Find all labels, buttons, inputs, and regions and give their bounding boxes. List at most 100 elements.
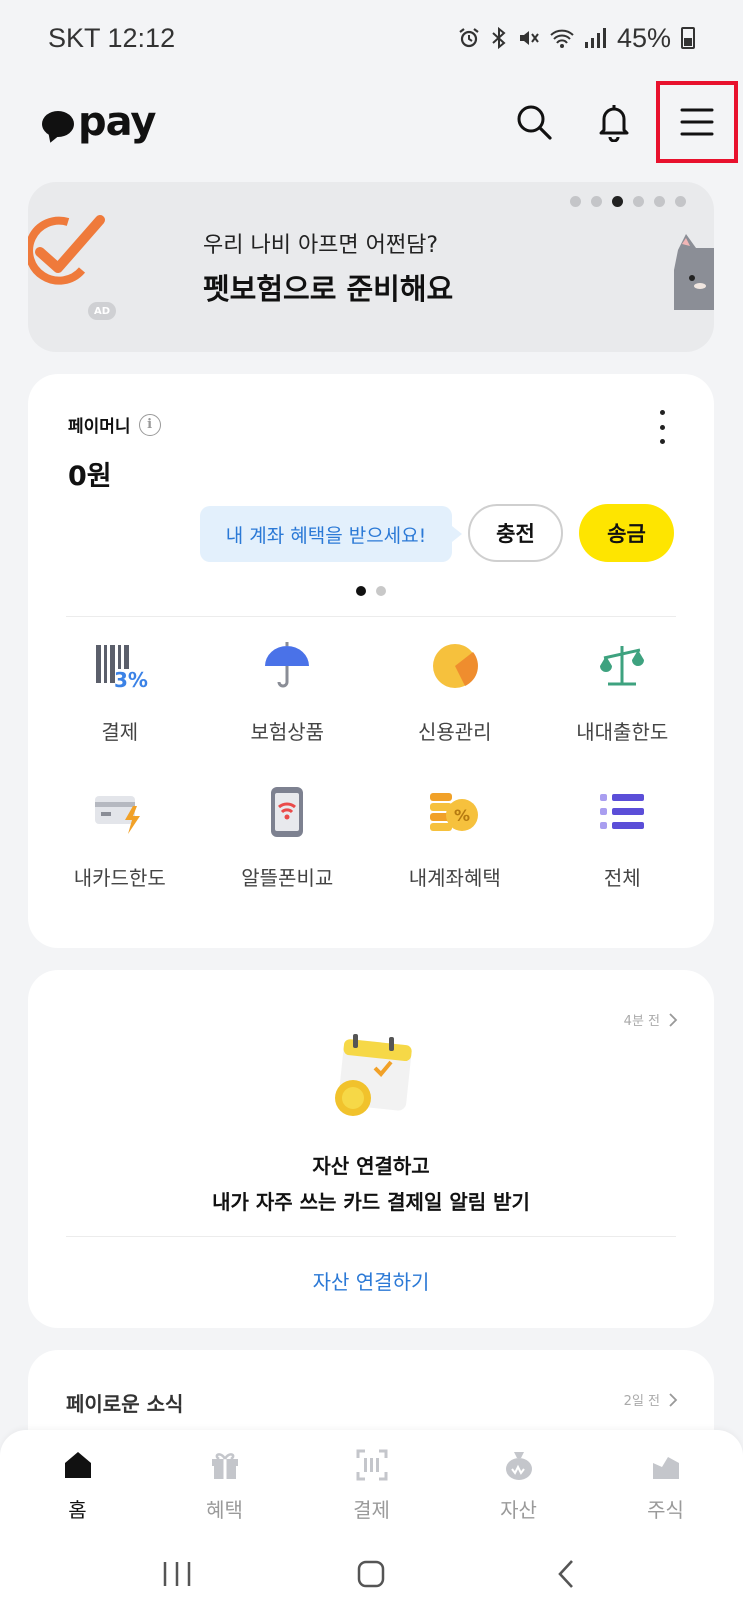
divider <box>66 616 676 617</box>
system-navigation-bar <box>0 1538 743 1610</box>
info-icon[interactable]: i <box>138 413 161 436</box>
more-options-button[interactable] <box>650 410 674 444</box>
scan-pay-icon <box>355 1448 389 1482</box>
time-text: 4분 전 <box>623 1014 660 1029</box>
credit-gauge-icon <box>427 638 483 694</box>
pay-money-card: 페이머니 i 0원 내 계좌 혜택을 받으세요! 충전 송금 3% 결제 보험상… <box>28 374 714 948</box>
asset-card-time[interactable]: 4분 전 <box>624 1010 678 1029</box>
alarm-icon <box>459 28 479 48</box>
barcode-discount-icon: 3% <box>92 638 148 694</box>
service-phone-compare[interactable]: 알뜰폰비교 <box>204 770 372 916</box>
service-account-benefit[interactable]: % 내계좌혜택 <box>371 770 539 916</box>
service-loan-limit[interactable]: 내대출한도 <box>539 624 707 770</box>
nav-label: 주식 <box>647 1498 684 1522</box>
ad-banner[interactable]: AD 우리 나비 아프면 어쩐담? 펫보험으로 준비해요 <box>28 182 714 352</box>
pagination-dot-active <box>356 586 366 596</box>
account-benefit-tip[interactable]: 내 계좌 혜택을 받으세요! <box>200 506 462 562</box>
service-all[interactable]: 전체 <box>539 770 707 916</box>
ad-badge: AD <box>88 302 116 320</box>
divider <box>66 1236 676 1237</box>
search-icon <box>517 105 552 140</box>
status-icons <box>457 26 607 50</box>
kebab-dot <box>659 439 665 444</box>
nav-label: 자산 <box>500 1498 537 1522</box>
battery-icon <box>681 27 695 49</box>
news-card-time[interactable]: 2일 전 <box>624 1390 678 1409</box>
asset-message-line1: 자산 연결하고 <box>312 1154 430 1178</box>
service-payment[interactable]: 3% 결제 <box>36 624 204 770</box>
pay-money-label-row: 페이머니 i <box>68 412 161 437</box>
bell-icon <box>599 105 629 142</box>
kebab-dot <box>659 410 665 415</box>
signal-icon <box>584 28 606 48</box>
money-bag-icon <box>502 1448 536 1482</box>
wifi-icon <box>550 29 574 48</box>
kakaopay-logo[interactable]: pay <box>42 99 156 145</box>
news-title: 페이로운 소식 <box>66 1392 184 1416</box>
nav-home[interactable]: 홈 <box>18 1430 138 1538</box>
umbrella-icon <box>259 638 315 694</box>
banner-subtitle: 우리 나비 아프면 어쩐담? <box>203 233 439 258</box>
nav-pay[interactable]: 결제 <box>312 1430 432 1538</box>
notification-button[interactable] <box>574 82 654 162</box>
service-label: 전체 <box>603 866 641 890</box>
time-text: 2일 전 <box>623 1394 660 1409</box>
connect-assets-link[interactable]: 자산 연결하기 <box>28 1266 714 1295</box>
gift-icon <box>208 1448 242 1482</box>
service-label: 알뜰폰비교 <box>241 866 334 890</box>
header-actions <box>494 76 743 168</box>
nav-assets[interactable]: 자산 <box>459 1430 579 1538</box>
nav-label: 혜택 <box>206 1498 243 1522</box>
pagination-dot <box>376 586 386 596</box>
nav-stocks[interactable]: 주식 <box>606 1430 726 1538</box>
pay-money-amount[interactable]: 0원 <box>68 454 112 493</box>
service-label: 내카드한도 <box>73 866 166 890</box>
chevron-right-icon <box>669 1012 678 1027</box>
charge-button[interactable]: 충전 <box>468 504 563 562</box>
banner-title: 펫보험으로 준비해요 <box>203 272 454 306</box>
coin-percent-icon: % <box>427 784 483 840</box>
svg-text:%: % <box>454 806 470 825</box>
banner-pagination <box>570 196 686 207</box>
stock-chart-icon <box>649 1448 683 1482</box>
service-credit[interactable]: 신용관리 <box>371 624 539 770</box>
money-pagination <box>28 586 714 596</box>
service-insurance[interactable]: 보험상품 <box>204 624 372 770</box>
recent-apps-button[interactable] <box>147 1549 207 1599</box>
speech-bubble-icon <box>42 111 74 137</box>
back-button[interactable] <box>536 1549 596 1599</box>
nav-label: 결제 <box>353 1498 390 1522</box>
service-label: 내계좌혜택 <box>408 866 501 890</box>
search-button[interactable] <box>494 82 574 162</box>
menu-button[interactable] <box>656 81 738 163</box>
service-grid: 3% 결제 보험상품 신용관리 내대출한도 내카드한도 알뜰폰비교 % 내계좌혜… <box>28 624 714 916</box>
logo-text: pay <box>78 99 156 145</box>
card-bolt-icon <box>92 784 148 840</box>
service-label: 신용관리 <box>417 720 492 744</box>
svg-text:3%: 3% <box>114 668 148 691</box>
send-money-button[interactable]: 송금 <box>579 504 674 562</box>
service-label: 결제 <box>101 720 139 744</box>
bluetooth-icon <box>492 26 506 50</box>
status-bar: SKT 12:12 45% <box>0 0 743 76</box>
pagination-dot <box>591 196 602 207</box>
pagination-dot-active <box>612 196 623 207</box>
service-card-limit[interactable]: 내카드한도 <box>36 770 204 916</box>
nav-label: 홈 <box>68 1498 87 1522</box>
chevron-right-icon <box>669 1392 678 1407</box>
cat-illustration-icon <box>674 234 714 310</box>
pay-money-label: 페이머니 <box>68 417 131 437</box>
battery-percent: 45% <box>616 22 671 53</box>
kebab-dot <box>659 424 665 430</box>
pagination-dot <box>654 196 665 207</box>
pagination-dot <box>570 196 581 207</box>
nav-benefits[interactable]: 혜택 <box>165 1430 285 1538</box>
home-system-button[interactable] <box>341 1549 401 1599</box>
app-header: pay <box>0 76 743 168</box>
home-square-icon <box>358 1560 385 1588</box>
list-icon <box>594 784 650 840</box>
status-right: 45% <box>457 23 695 54</box>
carrier-time: SKT 12:12 <box>48 22 176 53</box>
service-label: 내대출한도 <box>576 720 669 744</box>
calendar-coin-icon <box>335 1034 412 1116</box>
